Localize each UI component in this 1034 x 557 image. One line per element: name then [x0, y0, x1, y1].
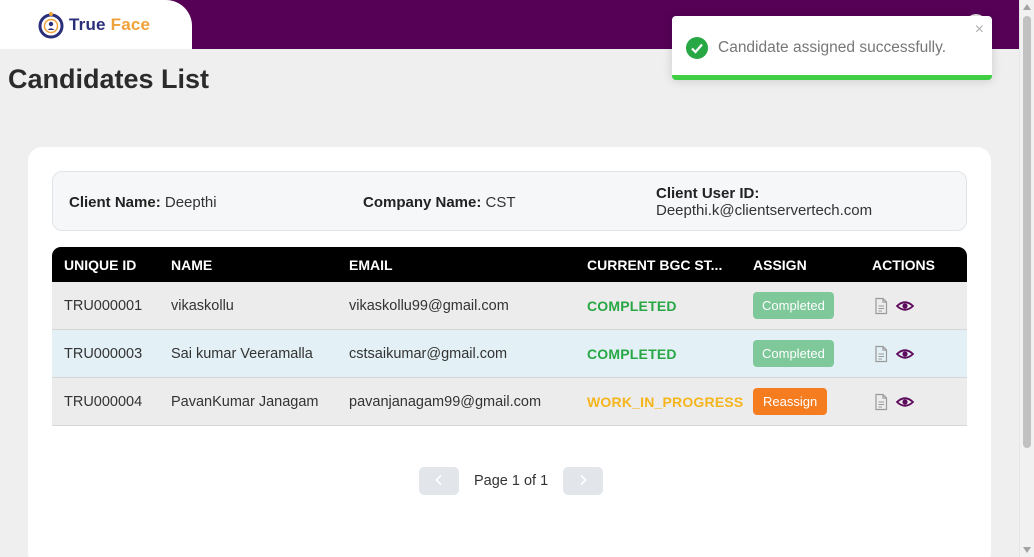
cell-unique-id: TRU000003	[64, 345, 143, 362]
cell-name: PavanKumar Janagam	[171, 393, 319, 410]
company-name-value: CST	[485, 194, 516, 211]
next-page-button[interactable]	[563, 467, 604, 495]
page-indicator: Page 1 of 1	[474, 473, 549, 489]
document-icon[interactable]	[872, 345, 890, 363]
cell-actions	[872, 297, 967, 315]
cell-bgc-status: WORK_IN_PROGRESS	[587, 393, 744, 410]
page-title: Candidates List	[8, 64, 210, 94]
client-name-value: Deepthi	[164, 194, 217, 211]
scroll-down-arrow-icon[interactable]	[1023, 547, 1031, 553]
cell-email: vikaskollu99@gmail.com	[349, 297, 509, 314]
chevron-right-icon	[578, 473, 588, 489]
document-icon[interactable]	[872, 393, 890, 411]
pagination: Page 1 of 1	[419, 467, 604, 495]
client-user-id-value: Deepthi.k@clientservertech.com	[656, 202, 873, 219]
client-name-label: Client Name:	[69, 194, 161, 211]
cell-actions	[872, 393, 967, 411]
scroll-up-arrow-icon[interactable]	[1023, 4, 1031, 10]
cell-email: cstsaikumar@gmail.com	[349, 345, 508, 362]
cell-assign: Completed	[753, 292, 872, 319]
client-info-box: Client Name: Deepthi Company Name: CST C…	[52, 171, 967, 231]
reassign-button[interactable]: Reassign	[753, 388, 828, 415]
cell-name: vikaskollu	[171, 297, 234, 314]
vertical-scrollbar[interactable]	[1019, 0, 1034, 557]
table-row: TRU000004 PavanKumar Janagam pavanjanaga…	[52, 378, 967, 426]
brand-name-part2: Face	[110, 14, 151, 34]
brand-logo[interactable]: True Face	[0, 0, 192, 49]
column-header-email[interactable]: EMAIL	[349, 257, 587, 273]
client-user-id-field: Client User ID: Deepthi.k@clientserverte…	[656, 185, 872, 219]
cell-bgc-status: COMPLETED	[587, 297, 677, 314]
scroll-thumb[interactable]	[1023, 16, 1031, 448]
candidates-card: Client Name: Deepthi Company Name: CST C…	[28, 147, 991, 557]
company-name-label: Company Name:	[363, 194, 482, 211]
toast-message: Candidate assigned successfully.	[718, 39, 947, 56]
table-header: UNIQUE ID NAME EMAIL CURRENT BGC ST... A…	[52, 247, 967, 282]
table-row: TRU000001 vikaskollu vikaskollu99@gmail.…	[52, 282, 967, 330]
toast-progress-bar	[672, 75, 992, 80]
true-face-logo-icon	[37, 11, 65, 39]
column-header-actions[interactable]: ACTIONS	[872, 257, 967, 273]
cell-assign: Completed	[753, 340, 872, 367]
column-header-assign[interactable]: ASSIGN	[753, 257, 872, 273]
close-icon[interactable]: ×	[975, 21, 984, 39]
cell-actions	[872, 345, 967, 363]
cell-email: pavanjanagam99@gmail.com	[349, 393, 542, 410]
success-toast[interactable]: Candidate assigned successfully. ×	[672, 16, 992, 80]
client-user-id-label: Client User ID:	[656, 185, 760, 202]
assign-completed-button[interactable]: Completed	[753, 340, 834, 367]
column-header-unique-id[interactable]: UNIQUE ID	[52, 257, 171, 273]
column-header-name[interactable]: NAME	[171, 257, 349, 273]
cell-unique-id: TRU000004	[64, 393, 143, 410]
cell-name: Sai kumar Veeramalla	[171, 345, 313, 362]
eye-icon[interactable]	[895, 393, 915, 411]
column-header-bgc-status[interactable]: CURRENT BGC ST...	[587, 257, 753, 273]
cell-assign: Reassign	[753, 388, 872, 415]
cell-unique-id: TRU000001	[64, 297, 143, 314]
candidates-table: UNIQUE ID NAME EMAIL CURRENT BGC ST... A…	[52, 247, 967, 426]
prev-page-button[interactable]	[419, 467, 459, 495]
client-name-field: Client Name: Deepthi	[69, 194, 217, 211]
brand-name: True Face	[69, 15, 150, 35]
assign-completed-button[interactable]: Completed	[753, 292, 834, 319]
table-row: TRU000003 Sai kumar Veeramalla cstsaikum…	[52, 330, 967, 378]
eye-icon[interactable]	[895, 297, 915, 315]
cell-bgc-status: COMPLETED	[587, 345, 677, 362]
eye-icon[interactable]	[895, 345, 915, 363]
company-name-field: Company Name: CST	[363, 194, 516, 211]
chevron-left-icon	[434, 473, 444, 489]
document-icon[interactable]	[872, 297, 890, 315]
check-circle-icon	[686, 37, 708, 59]
brand-name-part1: True	[69, 14, 106, 34]
